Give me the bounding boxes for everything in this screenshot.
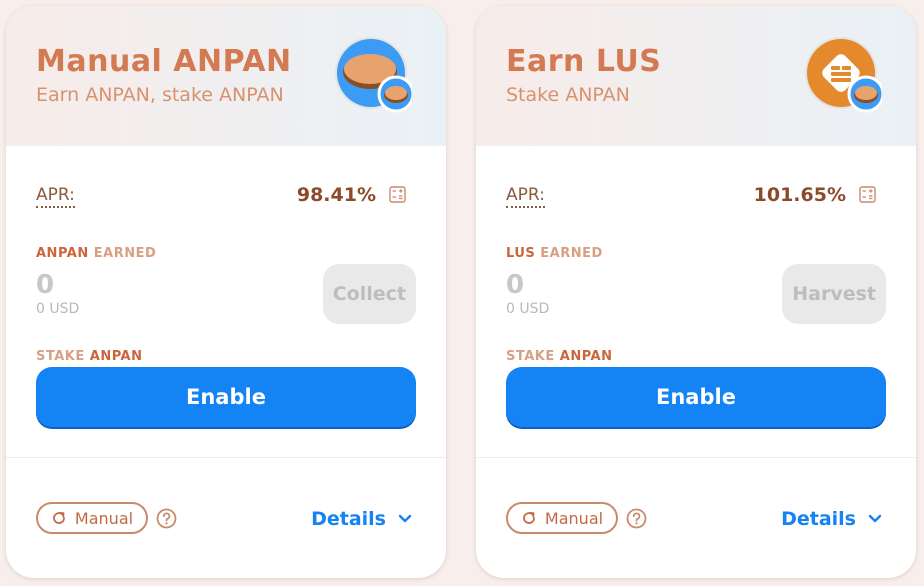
earned-label: LUS EARNED (506, 246, 603, 261)
help-icon[interactable] (626, 508, 647, 529)
refresh-icon (53, 512, 65, 524)
details-toggle[interactable]: Details (781, 508, 882, 530)
earned-amount: 0 (36, 270, 55, 300)
collect-button[interactable]: Collect (322, 264, 416, 324)
earned-word: EARNED (540, 246, 603, 261)
earned-label: ANPAN EARNED (36, 246, 156, 261)
pool-title: Manual ANPAN (36, 44, 292, 79)
apr-label[interactable]: APR: (506, 185, 545, 208)
divider (476, 457, 916, 458)
apr-value: 98.41% (296, 184, 376, 206)
help-icon[interactable] (156, 508, 177, 529)
pool-card-earn-lus: Earn LUS Stake ANPAN APR: 101.65% LUS EA… (476, 6, 916, 578)
apr-label[interactable]: APR: (36, 185, 75, 208)
lus-token-icon (805, 37, 882, 113)
pool-card-header: Earn LUS Stake ANPAN (476, 6, 916, 146)
pool-card-header: Manual ANPAN Earn ANPAN, stake ANPAN (6, 6, 446, 146)
pool-subtitle: Earn ANPAN, stake ANPAN (36, 84, 284, 106)
chevron-down-icon (398, 514, 412, 523)
pool-card-manual-anpan: Manual ANPAN Earn ANPAN, stake ANPAN APR… (6, 6, 446, 578)
anpan-coin-icon (335, 37, 412, 113)
manual-label: Manual (544, 508, 604, 528)
earned-amount: 0 (506, 270, 525, 300)
stake-token: ANPAN (559, 349, 613, 364)
stake-label: STAKE ANPAN (506, 349, 613, 364)
details-label: Details (781, 508, 856, 530)
stake-token: ANPAN (89, 349, 143, 364)
details-label: Details (311, 508, 386, 530)
apr-value: 101.65% (753, 184, 846, 206)
calculator-icon[interactable] (859, 186, 876, 203)
manual-badge: Manual (506, 502, 618, 534)
earned-token: LUS (506, 246, 536, 261)
enable-button[interactable]: Enable (506, 367, 886, 427)
earned-usd: 0 USD (36, 301, 80, 317)
earned-word: EARNED (93, 246, 157, 261)
details-toggle[interactable]: Details (311, 508, 412, 530)
stake-word: STAKE (36, 349, 85, 364)
enable-button[interactable]: Enable (36, 367, 416, 427)
harvest-button[interactable]: Harvest (782, 264, 886, 324)
stake-word: STAKE (506, 349, 555, 364)
pool-title: Earn LUS (506, 44, 662, 79)
calculator-icon[interactable] (389, 186, 406, 203)
manual-label: Manual (74, 508, 134, 528)
refresh-icon (523, 512, 535, 524)
pool-subtitle: Stake ANPAN (506, 84, 630, 106)
divider (6, 457, 446, 458)
earned-usd: 0 USD (506, 301, 550, 317)
chevron-down-icon (868, 514, 882, 523)
stake-label: STAKE ANPAN (36, 349, 143, 364)
earned-token: ANPAN (36, 246, 89, 261)
manual-badge: Manual (36, 502, 148, 534)
